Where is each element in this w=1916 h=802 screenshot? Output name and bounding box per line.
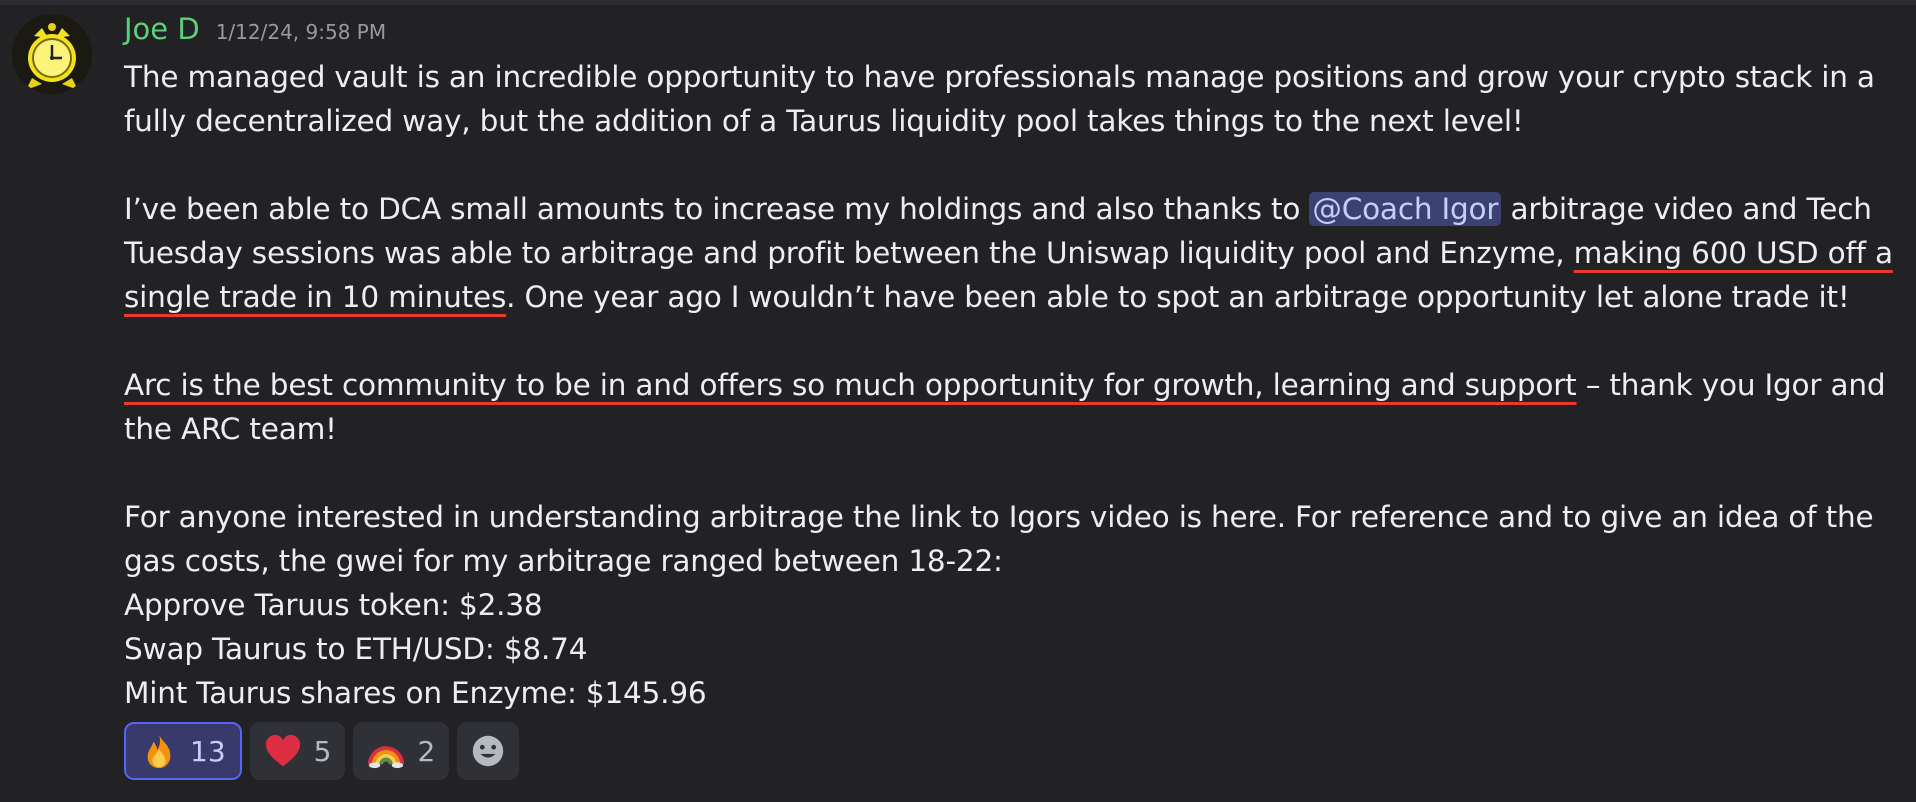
reaction-count: 2 [417,734,436,768]
fire-emoji-icon [147,734,171,769]
cost-line-approve: Approve Taruus token: $2.38 [124,588,543,622]
reaction-heart[interactable]: 5 [249,722,346,780]
add-reaction-button[interactable] [457,722,520,780]
reaction-fire[interactable]: 13 [124,722,242,780]
message-header: Joe D 1/12/24, 9:58 PM [124,12,386,52]
add-reaction-icon [473,735,504,767]
mention-coach-igor[interactable]: @Coach Igor [1309,192,1502,226]
reactions-bar: 13 5 2 [124,722,520,780]
red-heart-emoji-icon [265,734,300,767]
reaction-count: 13 [190,734,226,768]
reaction-count: 5 [313,734,332,768]
reaction-rainbow[interactable]: 2 [353,722,450,780]
paragraph-gas: For anyone interested in understanding a… [124,500,1874,578]
text-segment: I’ve been able to DCA small amounts to i… [124,192,1310,226]
message-content: The managed vault is an incredible oppor… [124,55,1904,715]
paragraph-vault: The managed vault is an incredible oppor… [124,60,1875,138]
rainbow-emoji-icon [368,746,405,769]
paragraph-dca: I’ve been able to DCA small amounts to i… [124,187,1904,319]
cost-line-swap: Swap Taurus to ETH/USD: $8.74 [124,632,588,666]
highlighted-text: Arc is the best community to be in and o… [124,368,1577,402]
avatar[interactable] [12,14,92,94]
top-divider [0,0,1916,5]
timestamp[interactable]: 1/12/24, 9:58 PM [216,20,386,44]
username[interactable]: Joe D [124,12,200,46]
text-segment: . One year ago I wouldn’t have been able… [506,280,1850,314]
paragraph-community: Arc is the best community to be in and o… [124,363,1904,451]
clock-avatar-icon [12,14,92,94]
cost-line-mint: Mint Taurus shares on Enzyme: $145.96 [124,676,707,710]
